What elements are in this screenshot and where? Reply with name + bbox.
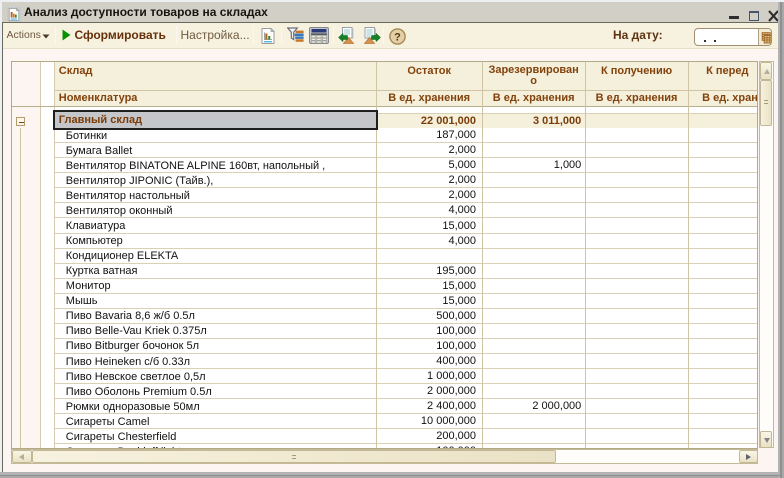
svg-text:?: ? (394, 31, 401, 43)
